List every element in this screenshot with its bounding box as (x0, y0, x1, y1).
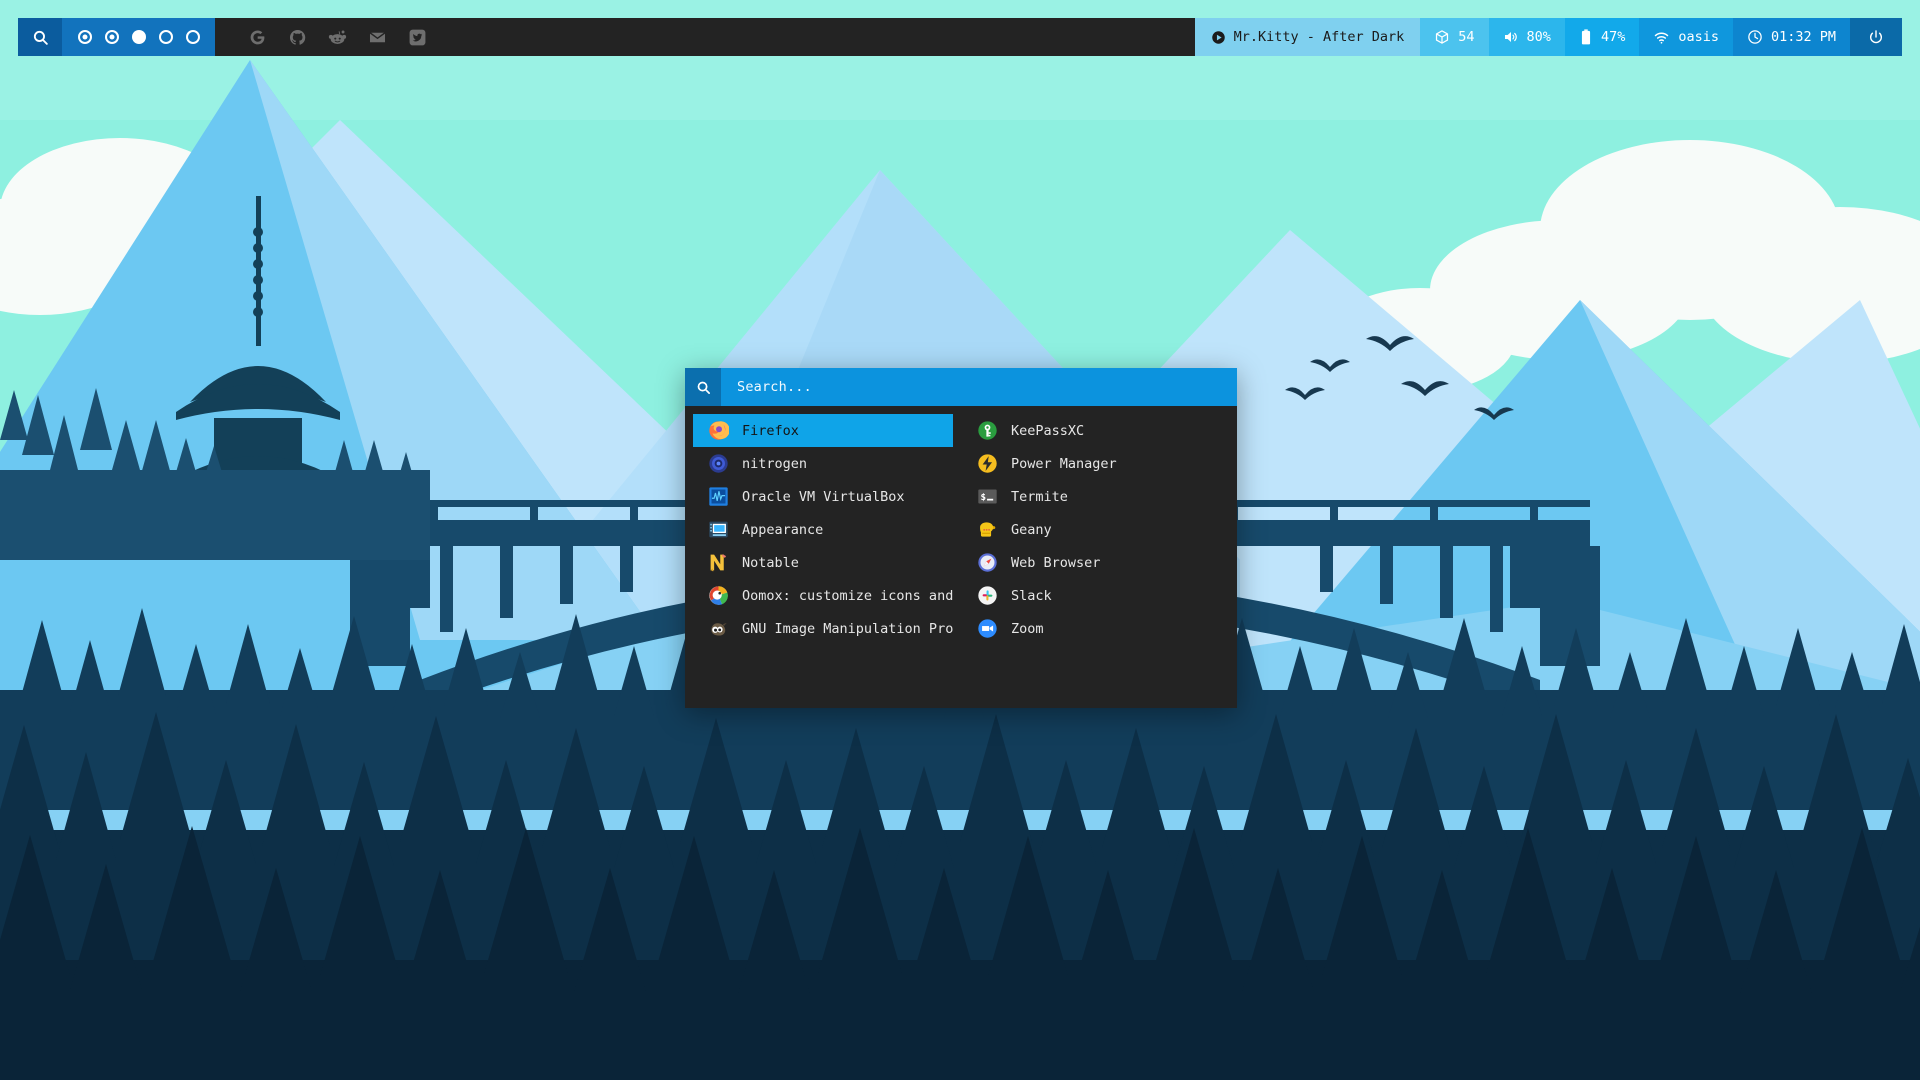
reddit-link[interactable] (317, 18, 357, 56)
music-track-label: Mr.Kitty - After Dark (1233, 29, 1405, 45)
bar-search-button[interactable] (18, 18, 62, 56)
app-item-power-manager[interactable]: Power Manager (961, 447, 1229, 480)
clock-time-label: 01:32 PM (1770, 29, 1836, 45)
music-module[interactable]: Mr.Kitty - After Dark (1194, 18, 1421, 56)
search-input[interactable] (721, 371, 1237, 403)
packages-module[interactable]: 54 (1420, 18, 1489, 56)
clock-module[interactable]: 01:32 PM (1732, 18, 1850, 56)
zoom-icon (977, 618, 998, 639)
firefox-icon (708, 420, 729, 441)
app-column-left: Firefox nitrogen Oracle VM VirtualBox Ap… (685, 414, 961, 645)
app-label: nitrogen (742, 455, 808, 472)
app-label: Slack (1011, 587, 1052, 604)
github-link[interactable] (277, 18, 317, 56)
slack-icon (977, 585, 998, 606)
twitter-icon (409, 29, 425, 45)
bar-left-group (18, 18, 437, 56)
volume-module[interactable]: 80% (1488, 18, 1565, 56)
notable-icon (708, 552, 729, 573)
app-item-web-browser[interactable]: Web Browser (961, 546, 1229, 579)
application-list: Firefox nitrogen Oracle VM VirtualBox Ap… (685, 406, 1237, 645)
virtualbox-icon (708, 486, 729, 507)
oomox-icon (708, 585, 729, 606)
battery-module[interactable]: 47% (1564, 18, 1640, 56)
app-item-slack[interactable]: Slack (961, 579, 1229, 612)
app-item-appearance[interactable]: Appearance (693, 513, 953, 546)
mail-link[interactable] (357, 18, 397, 56)
app-label: Notable (742, 554, 799, 571)
mail-icon (369, 31, 385, 42)
nitrogen-icon (708, 453, 729, 474)
network-ssid-label: oasis (1678, 29, 1719, 45)
app-label: Appearance (742, 521, 824, 538)
app-item-virtualbox[interactable]: Oracle VM VirtualBox (693, 480, 953, 513)
app-label: Oracle VM VirtualBox (742, 488, 905, 505)
app-label: Web Browser (1011, 554, 1101, 571)
app-label: Firefox (742, 422, 799, 439)
launcher-search-icon-box (685, 368, 721, 406)
quick-links (215, 18, 437, 56)
google-link[interactable] (237, 18, 277, 56)
app-label: Geany (1011, 521, 1052, 538)
workspace-1[interactable] (78, 30, 92, 44)
app-item-nitrogen[interactable]: nitrogen (693, 447, 953, 480)
battery-level-label: 47% (1600, 29, 1626, 45)
app-column-right: KeePassXC Power Manager $ Termite Geany … (961, 414, 1237, 645)
appearance-icon (708, 519, 729, 540)
workspace-5[interactable] (186, 30, 200, 44)
google-icon (250, 29, 264, 44)
search-icon (33, 30, 48, 45)
battery-icon (1579, 29, 1593, 45)
app-label: Power Manager (1011, 455, 1117, 472)
package-icon (1434, 29, 1450, 45)
workspace-2[interactable] (105, 30, 119, 44)
app-label: KeePassXC (1011, 422, 1085, 439)
bar-spacer (437, 18, 1195, 56)
keepassxc-icon (977, 420, 998, 441)
app-item-notable[interactable]: Notable (693, 546, 953, 579)
bar-right-group: Mr.Kitty - After Dark 54 80% 47% oasis 0… (1194, 18, 1902, 56)
app-item-gimp[interactable]: GNU Image Manipulation Program (693, 612, 953, 645)
launcher-search-row (685, 368, 1237, 406)
terminal-icon: $ (977, 486, 998, 507)
network-module[interactable]: oasis (1639, 18, 1733, 56)
volume-level-label: 80% (1526, 29, 1551, 45)
top-bar: Mr.Kitty - After Dark 54 80% 47% oasis 0… (18, 18, 1902, 56)
app-item-geany[interactable]: Geany (961, 513, 1229, 546)
volume-icon (1503, 29, 1519, 45)
app-label: Oomox: customize icons and GTK… (742, 587, 953, 604)
github-icon (289, 29, 305, 45)
app-item-keepassxc[interactable]: KeePassXC (961, 414, 1229, 447)
twitter-link[interactable] (397, 18, 437, 56)
packages-count-label: 54 (1458, 29, 1475, 45)
app-item-oomox[interactable]: Oomox: customize icons and GTK… (693, 579, 953, 612)
geany-icon (977, 519, 998, 540)
power-icon (1868, 29, 1884, 45)
gimp-icon (708, 618, 729, 639)
app-label: GNU Image Manipulation Program (742, 620, 953, 637)
clock-icon (1747, 29, 1763, 45)
app-label: Termite (1011, 488, 1068, 505)
application-launcher: Firefox nitrogen (685, 368, 1237, 708)
play-icon (1211, 30, 1226, 45)
power-manager-icon (977, 453, 998, 474)
search-icon (697, 381, 710, 394)
app-item-zoom[interactable]: Zoom (961, 612, 1229, 645)
workspace-3[interactable] (132, 30, 146, 44)
app-label: Zoom (1011, 620, 1044, 637)
workspace-indicators[interactable] (62, 18, 215, 56)
power-button[interactable] (1850, 18, 1902, 56)
workspace-4[interactable] (159, 30, 173, 44)
svg-text:$: $ (981, 492, 987, 503)
reddit-icon (328, 30, 346, 44)
app-item-firefox[interactable]: Firefox (693, 414, 953, 447)
wifi-icon (1653, 29, 1670, 46)
compass-icon (977, 552, 998, 573)
app-item-termite[interactable]: $ Termite (961, 480, 1229, 513)
launcher-search-field[interactable] (721, 368, 1237, 406)
